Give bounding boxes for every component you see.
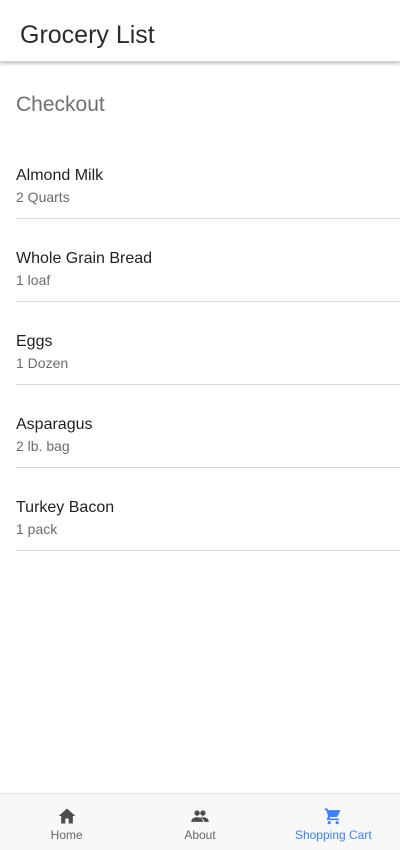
item-quantity: 1 Dozen bbox=[16, 355, 69, 371]
item-name: Whole Grain Bread bbox=[16, 250, 153, 267]
tab-label: Home bbox=[50, 828, 83, 842]
item-name: Almond Milk bbox=[16, 167, 104, 184]
app-root: Grocery List Checkout Almond Milk 2 Quar… bbox=[0, 0, 400, 850]
tab-home[interactable]: Home bbox=[0, 794, 133, 850]
tab-label: About bbox=[184, 828, 216, 842]
list-item[interactable]: Asparagus 2 lb. bag bbox=[16, 385, 400, 468]
item-quantity: 2 lb. bag bbox=[16, 438, 70, 454]
cart-icon bbox=[324, 808, 341, 825]
item-name: Asparagus bbox=[16, 416, 93, 433]
tab-shopping-cart[interactable]: Shopping Cart bbox=[267, 794, 400, 850]
item-quantity: 2 Quarts bbox=[16, 189, 70, 205]
people-icon bbox=[191, 810, 209, 822]
page-title: Grocery List bbox=[20, 21, 155, 49]
list-item[interactable]: Whole Grain Bread 1 loaf bbox=[16, 219, 400, 302]
item-name: Turkey Bacon bbox=[16, 499, 115, 516]
item-name: Eggs bbox=[16, 333, 53, 350]
checkout-heading: Checkout bbox=[16, 93, 105, 116]
list-item[interactable]: Turkey Bacon 1 pack bbox=[16, 468, 400, 551]
home-icon bbox=[58, 808, 75, 824]
item-quantity: 1 loaf bbox=[16, 272, 51, 288]
item-quantity: 1 pack bbox=[16, 521, 58, 537]
grocery-list: Almond Milk 2 Quarts Whole Grain Bread 1… bbox=[16, 136, 400, 551]
list-item[interactable]: Almond Milk 2 Quarts bbox=[16, 136, 400, 219]
app-toolbar: Grocery List bbox=[0, 0, 400, 62]
tab-about[interactable]: About bbox=[133, 794, 266, 850]
bottom-tab-bar: Home About Shopping Cart bbox=[0, 793, 400, 850]
tab-label: Shopping Cart bbox=[294, 828, 372, 842]
list-item[interactable]: Eggs 1 Dozen bbox=[16, 302, 400, 385]
